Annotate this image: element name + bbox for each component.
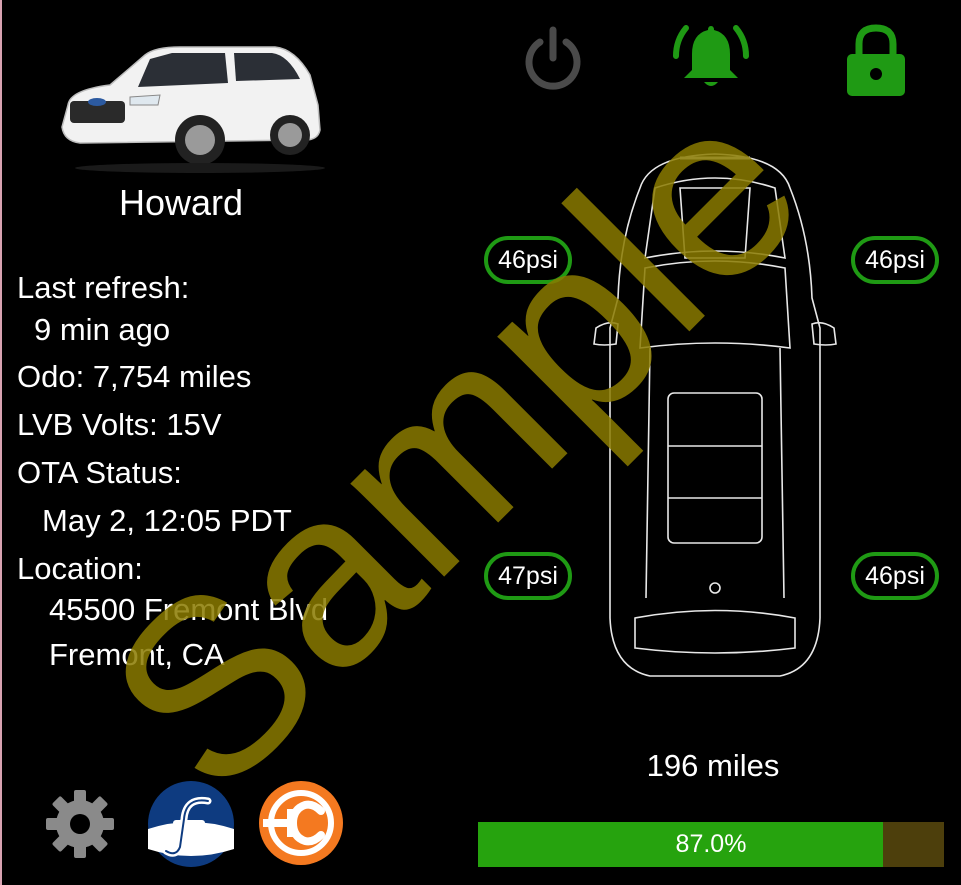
tire-pressure-rear-right: 46psi [851, 552, 939, 600]
car-photo [61, 46, 325, 173]
odometer-text: Odo: 7,754 miles [17, 359, 252, 394]
tire-pressure-rear-left: 47psi [484, 552, 572, 600]
ota-status-label: OTA Status: [17, 455, 182, 490]
range-miles: 196 miles [646, 748, 780, 783]
last-refresh-value: 9 min ago [34, 312, 171, 347]
location-address-line1: 45500 Fremont Blvd [49, 592, 329, 627]
charging-app-icon[interactable] [257, 779, 345, 867]
power-icon[interactable] [518, 24, 588, 94]
gear-icon[interactable] [44, 788, 116, 860]
location-address-line2: Fremont, CA [49, 637, 225, 672]
window-edge [0, 0, 2, 885]
lvb-volts-text: LVB Volts: 15V [17, 407, 222, 442]
vehicle-name: Howard [118, 182, 244, 223]
lock-icon[interactable] [843, 22, 909, 98]
bell-icon[interactable] [670, 18, 752, 96]
tire-pressure-front-right: 46psi [851, 236, 939, 284]
location-label: Location: [17, 551, 143, 586]
last-refresh-label: Last refresh: [17, 270, 190, 305]
tire-pressure-front-left: 46psi [484, 236, 572, 284]
charge-percent-label: 87.0% [675, 830, 747, 858]
ota-status-value: May 2, 12:05 PDT [42, 503, 292, 538]
charge-progress-bar: 87.0% [478, 822, 944, 867]
ford-logo-icon[interactable] [146, 779, 236, 869]
car-top-view [593, 153, 837, 677]
